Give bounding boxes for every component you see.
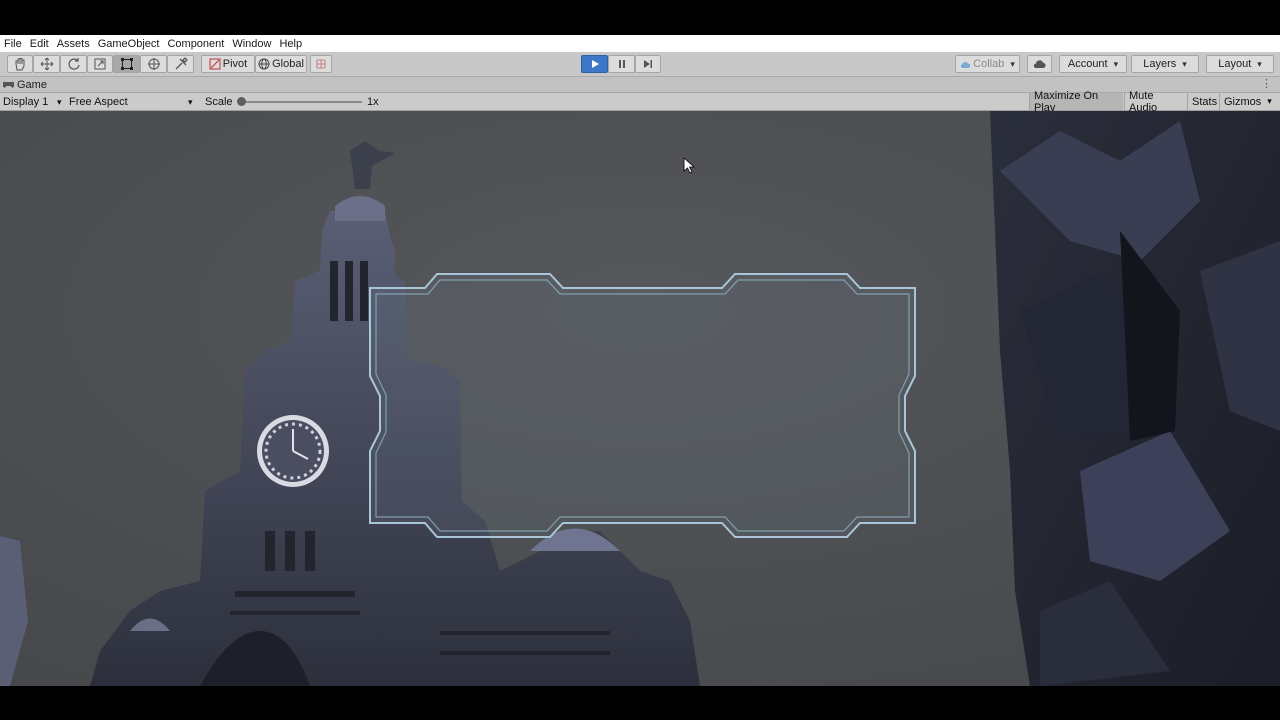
mute-audio-label: Mute Audio: [1129, 89, 1158, 114]
display-dropdown[interactable]: Display 1 ▾: [3, 95, 63, 109]
collab-cloud-icon: [961, 61, 971, 68]
transform-tool-button[interactable]: [140, 55, 167, 73]
stats-toggle[interactable]: Stats: [1187, 93, 1219, 110]
globe-icon: [258, 58, 270, 70]
tools-icon: [175, 57, 188, 70]
menu-component[interactable]: Component: [167, 38, 224, 50]
play-icon: [591, 60, 599, 68]
rotate-icon: [67, 58, 80, 70]
display-chevron-down-icon: ▾: [57, 96, 62, 107]
aspect-label: Free Aspect: [69, 96, 128, 108]
menu-bar: File Edit Assets GameObject Component Wi…: [0, 35, 1280, 52]
menu-edit[interactable]: Edit: [30, 38, 49, 50]
pause-icon: [618, 60, 625, 68]
game-viewport[interactable]: [0, 111, 1280, 686]
layout-dropdown[interactable]: Layout: [1206, 55, 1274, 73]
main-toolbar: Pivot Global Collab Account Layers Layou…: [0, 52, 1280, 77]
move-icon: [40, 57, 53, 71]
step-icon: [644, 60, 652, 68]
tab-game[interactable]: Game: [3, 78, 47, 92]
collab-label: Collab: [973, 58, 1005, 70]
gizmos-chevron-down-icon: ▾: [1267, 96, 1272, 106]
account-dropdown[interactable]: Account: [1059, 55, 1127, 73]
cloud-icon: [1033, 60, 1046, 68]
letterbox-top: [0, 0, 1280, 35]
cloud-services-button[interactable]: [1027, 55, 1052, 73]
play-button[interactable]: [581, 55, 608, 73]
layers-dropdown[interactable]: Layers: [1131, 55, 1199, 73]
pivot-icon: [209, 58, 221, 70]
pivot-label: Pivot: [222, 58, 248, 70]
game-view-toolbar: Display 1 ▾ Free Aspect ▾ Scale 1x Maxim…: [0, 90, 1280, 114]
hand-icon: [15, 58, 25, 71]
menu-help[interactable]: Help: [279, 38, 302, 50]
aspect-chevron-down-icon: ▾: [188, 96, 193, 107]
scale-slider-track[interactable]: [240, 101, 362, 103]
grid-snap-button[interactable]: [310, 55, 332, 73]
scale-tool-button[interactable]: [87, 55, 113, 73]
rock-cliff: [990, 111, 1280, 686]
layers-label: Layers: [1143, 58, 1177, 70]
tab-options-icon[interactable]: ⋮: [1261, 77, 1272, 90]
pivot-toggle[interactable]: Pivot: [201, 55, 255, 73]
maximize-on-play-label: Maximize On Play: [1034, 89, 1099, 114]
global-label: Global: [272, 58, 304, 70]
gizmos-dropdown[interactable]: Gizmos ▾: [1219, 93, 1280, 110]
collab-dropdown[interactable]: Collab: [955, 55, 1020, 73]
scale-slider-handle[interactable]: [237, 97, 246, 106]
rect-tool-button[interactable]: [113, 55, 140, 73]
display-label: Display 1: [3, 96, 49, 108]
tab-game-label: Game: [17, 79, 47, 91]
rect-transform-icon: [120, 58, 133, 70]
step-button[interactable]: [635, 55, 661, 73]
account-label: Account: [1067, 58, 1108, 70]
hand-tool-button[interactable]: [7, 55, 33, 73]
gamepad-icon: [3, 81, 14, 88]
grid-snap-icon: [316, 59, 326, 69]
mute-audio-toggle[interactable]: Mute Audio: [1124, 90, 1187, 114]
rotate-tool-button[interactable]: [60, 55, 87, 73]
aspect-dropdown[interactable]: Free Aspect ▾: [69, 95, 199, 109]
letterbox-bottom: [0, 686, 1280, 720]
scale-label: Scale: [205, 96, 233, 108]
game-scene: [0, 111, 1280, 686]
scale-value: 1x: [367, 96, 379, 108]
global-toggle[interactable]: Global: [255, 55, 307, 73]
menu-file[interactable]: File: [4, 38, 22, 50]
maximize-on-play-toggle[interactable]: Maximize On Play: [1029, 90, 1123, 114]
menu-assets[interactable]: Assets: [57, 38, 90, 50]
scale-icon: [94, 58, 106, 70]
menu-window[interactable]: Window: [232, 38, 271, 50]
custom-tool-button[interactable]: [167, 55, 194, 73]
move-tool-button[interactable]: [33, 55, 60, 73]
menu-gameobject[interactable]: GameObject: [98, 38, 160, 50]
transform-icon: [147, 58, 160, 70]
stats-label: Stats: [1192, 95, 1218, 108]
hud-frame: [369, 273, 916, 538]
gizmos-label: Gizmos: [1224, 95, 1262, 108]
layout-label: Layout: [1218, 58, 1252, 70]
pause-button[interactable]: [608, 55, 635, 73]
